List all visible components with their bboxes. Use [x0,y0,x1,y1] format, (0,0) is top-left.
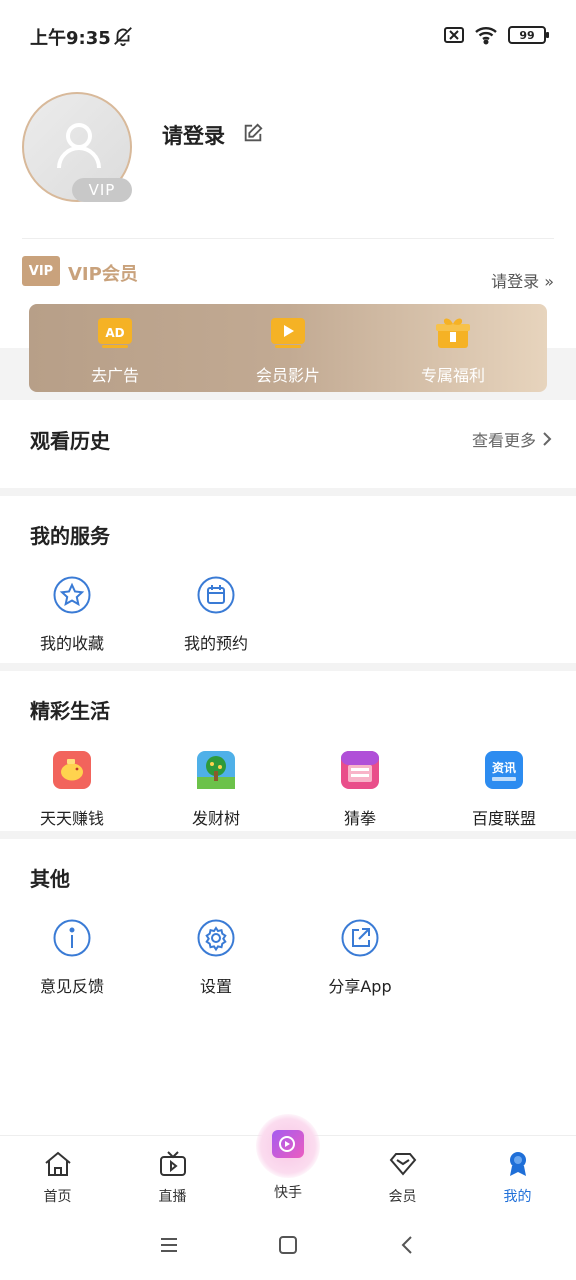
vip-badge: VIP [72,178,132,202]
life-section: 精彩生活 天天赚钱 发财树 猜拳 资讯 百度联盟 [0,671,576,831]
vip-logo: VIP [22,256,60,286]
grid-item-label: 设置 [199,977,232,996]
tab-live[interactable]: 直播 [115,1150,230,1206]
news-icon: 资讯 [485,751,523,789]
calendar-icon [197,576,235,614]
section-title: 我的服务 [30,524,110,548]
back-icon[interactable] [396,1233,420,1257]
divider [0,663,576,671]
menu-icon[interactable] [157,1233,181,1257]
grid-item-label: 我的收藏 [39,634,104,653]
section-title: 观看历史 [30,429,110,453]
login-link[interactable]: 请登录 [162,120,225,150]
tab-label: 直播 [158,1189,187,1205]
grid-item-label: 天天赚钱 [39,809,104,828]
view-more-link[interactable]: 查看更多 [472,427,552,451]
home-icon [44,1151,71,1176]
grid-item-baidu-union[interactable]: 资讯 百度联盟 [432,751,576,829]
profile-header[interactable]: VIP 请登录 [22,92,554,202]
vip-benefit-vip-films[interactable]: 会员影片 [228,316,348,386]
grid-item-label: 发财树 [191,809,240,828]
other-section: 其他 意见反馈 设置 分享App [0,839,576,1039]
news-icon-text: 资讯 [492,760,516,775]
tv-icon [159,1151,186,1176]
divider [22,238,554,239]
grid-item-rock-paper-scissors[interactable]: 猜拳 [288,751,432,829]
no-sim-icon [444,27,464,43]
info-icon [53,919,91,957]
status-bar: 上午9:35 99 [0,0,576,70]
battery-indicator: 99 [508,26,549,44]
view-more-label: 查看更多 [471,431,536,450]
grid-item-money-tree[interactable]: 发财树 [144,751,288,829]
wifi-icon [475,27,497,45]
tab-label: 会员 [388,1189,417,1205]
grid-item-label: 分享App [328,977,392,996]
my-services-section: 我的服务 我的收藏 我的预约 [0,496,576,663]
grid-item-feedback[interactable]: 意见反馈 [0,919,144,997]
edit-icon[interactable] [242,122,264,144]
tab-label: 快手 [274,1185,302,1201]
rock-paper-scissors-icon [341,751,379,789]
grid-item-reservations[interactable]: 我的预约 [144,576,288,654]
video-icon [271,318,305,348]
piggy-bank-icon [53,751,91,789]
tab-kuaishou[interactable] [256,1114,320,1178]
user-icon [57,123,101,169]
divider [0,488,576,496]
watch-history-section: 观看历史 查看更多 [0,400,576,488]
grid-item-share-app[interactable]: 分享App [288,919,432,997]
share-icon [341,919,379,957]
vip-membership-row: VIP VIP会员 请登录 » [22,256,554,292]
vip-benefit-label: 会员影片 [255,366,320,385]
settings-icon [197,919,235,957]
vip-benefit-exclusive[interactable]: 专属福利 [393,316,513,386]
tab-vip[interactable]: 会员 [345,1150,460,1206]
vip-login-link[interactable]: 请登录 » [491,268,554,292]
money-tree-icon [197,751,235,789]
tab-mine[interactable]: 我的 [460,1150,575,1206]
bell-muted-icon [114,27,132,47]
home-square-icon[interactable] [276,1233,300,1257]
section-title: 其他 [30,867,70,891]
grid-item-label: 我的预约 [183,634,248,653]
chevron-right-icon [543,432,552,446]
tab-label: 首页 [43,1189,72,1205]
vip-benefit-label: 去广告 [90,366,139,385]
tab-home[interactable]: 首页 [0,1150,115,1206]
vip-title: VIP会员 [68,264,138,285]
medal-icon [509,1152,526,1176]
ad-icon: AD [98,318,132,348]
svg-text:AD: AD [105,326,124,340]
grid-item-favorites[interactable]: 我的收藏 [0,576,144,654]
vip-benefit-no-ads[interactable]: AD 去广告 [55,316,175,386]
diamond-icon [389,1153,416,1176]
grid-item-label: 百度联盟 [471,809,536,828]
grid-item-settings[interactable]: 设置 [144,919,288,997]
section-title: 精彩生活 [30,699,110,723]
gift-icon [436,318,470,348]
battery-level: 99 [519,28,535,42]
vip-benefits-card: AD 去广告 会员影片 专属福利 [29,304,547,392]
status-time: 上午9:35 [30,28,111,49]
grid-item-label: 猜拳 [343,809,376,828]
system-nav-bar [0,1211,576,1280]
grid-item-daily-earn[interactable]: 天天赚钱 [0,751,144,829]
grid-item-label: 意见反馈 [39,977,104,996]
kuaishou-icon [272,1130,304,1158]
divider [0,831,576,839]
tab-label: 我的 [503,1189,532,1205]
vip-benefit-label: 专属福利 [420,366,485,385]
star-icon [53,576,91,614]
